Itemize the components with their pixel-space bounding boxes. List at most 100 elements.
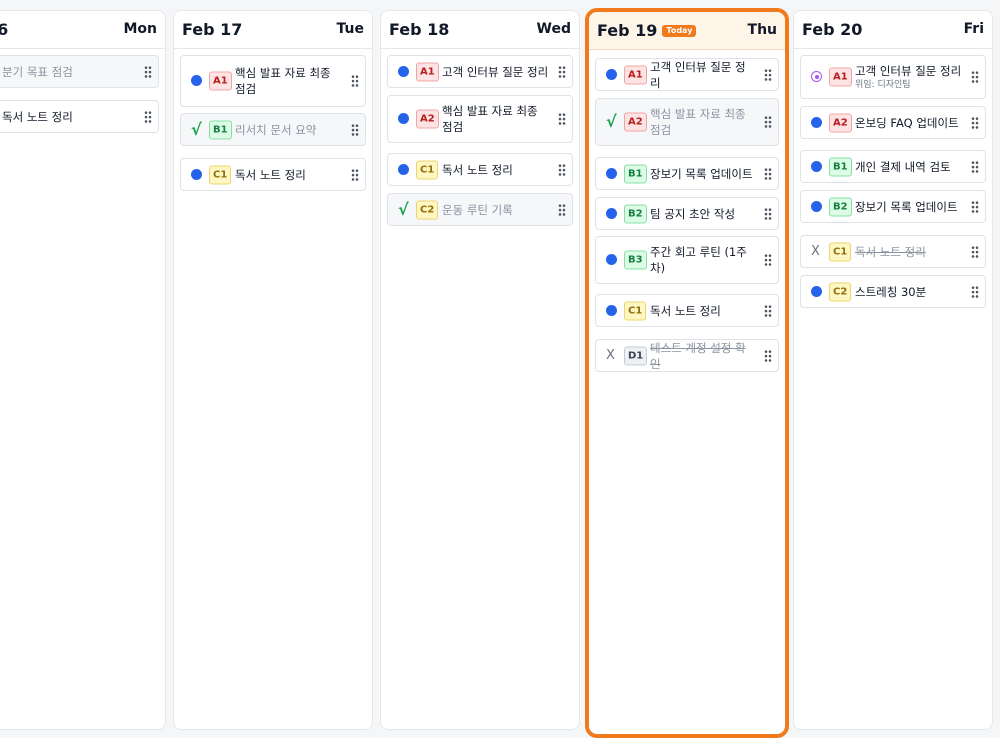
task-card[interactable]: C1독서 노트 정리 <box>595 294 779 327</box>
task-title: 핵심 발표 자료 최종 점검 <box>235 65 343 97</box>
priority-badge: A1 <box>416 62 439 81</box>
task-card[interactable]: B2 팀 공지 초안 작성 <box>595 197 779 230</box>
status-open-icon <box>606 167 617 179</box>
priority-badge: D1 <box>624 346 648 365</box>
task-card[interactable]: C1독서 노트 정리 <box>387 153 573 186</box>
task-card[interactable]: B2 장보기 목록 업데이트 <box>800 190 986 223</box>
task-card[interactable]: A1 핵심 발표 자료 최종 점검 <box>180 55 366 107</box>
task-title-text: 핵심 발표 자료 최종 점검 <box>442 104 538 134</box>
task-title: 분기 목표 점검 <box>2 64 136 80</box>
task-card[interactable]: A1분기 목표 점검 <box>0 55 159 88</box>
task-status[interactable] <box>398 113 410 125</box>
drag-handle-icon[interactable] <box>971 70 979 84</box>
day-column: b 16 Mon A1분기 목표 점검 C1독서 노트 정리 <box>0 10 166 730</box>
drag-handle-icon[interactable] <box>558 65 566 78</box>
task-status[interactable]: X <box>811 245 823 258</box>
task-card[interactable]: A1 고객 인터뷰 질문 정리 <box>387 55 573 88</box>
drag-handle-icon[interactable] <box>351 74 359 88</box>
task-status[interactable] <box>398 65 410 78</box>
task-card[interactable]: X C1 독서 노트 정리 <box>800 235 986 268</box>
drag-handle-icon[interactable] <box>971 160 979 173</box>
task-card[interactable]: A2 핵심 발표 자료 최종 점검 <box>387 95 573 143</box>
task-card[interactable]: B3 주간 회고 루틴 (1주차) <box>595 236 779 284</box>
task-status[interactable] <box>191 168 203 181</box>
drag-handle-icon[interactable] <box>764 167 772 180</box>
task-card[interactable]: B1 장보기 목록 업데이트 <box>595 157 779 190</box>
task-title: 고객 인터뷰 질문 정리 <box>442 64 550 80</box>
task-status[interactable]: √ <box>398 201 410 217</box>
task-title: 핵심 발표 자료 최종 점검 <box>650 106 756 138</box>
drag-handle-icon[interactable] <box>351 123 359 136</box>
day-column: Feb 18 Wed A1 고객 인터뷰 질문 정리 A2 핵심 발표 자료 최종 점검 C… <box>380 10 580 730</box>
task-title-text: 핵심 발표 자료 최종 점검 <box>235 66 331 96</box>
drag-handle-icon[interactable] <box>764 207 772 220</box>
drag-handle-icon[interactable] <box>971 200 979 213</box>
task-status[interactable] <box>811 71 823 83</box>
task-status[interactable]: X <box>606 347 618 363</box>
drag-handle-icon[interactable] <box>558 203 566 216</box>
task-status[interactable] <box>606 68 618 81</box>
task-title: 장보기 목록 업데이트 <box>855 199 963 215</box>
task-status[interactable] <box>398 163 410 176</box>
status-open-icon <box>811 160 822 172</box>
drag-handle-icon[interactable] <box>764 253 772 267</box>
day-header: Feb 19 Today Thu <box>589 12 785 50</box>
day-date-label: Feb 19 <box>597 21 658 40</box>
status-delegated-icon <box>811 71 822 82</box>
status-open-icon <box>811 116 822 128</box>
task-status[interactable] <box>606 167 618 180</box>
drag-handle-icon[interactable] <box>144 65 152 78</box>
task-title-text: 분기 목표 점검 <box>2 64 73 79</box>
cancelled-x-icon: X <box>606 347 615 363</box>
task-title-text: 운동 루틴 기록 <box>442 202 513 217</box>
day-weekday: Wed <box>536 21 571 37</box>
drag-handle-icon[interactable] <box>971 116 979 129</box>
drag-handle-icon[interactable] <box>351 168 359 181</box>
task-status[interactable]: √ <box>606 114 618 130</box>
task-card[interactable]: √ A2 핵심 발표 자료 최종 점검 <box>595 98 779 146</box>
task-status[interactable] <box>191 75 203 87</box>
day-date: Feb 17 <box>182 20 242 39</box>
task-title-text: 고객 인터뷰 질문 정리 <box>442 64 549 79</box>
drag-handle-icon[interactable] <box>764 349 772 362</box>
task-title: 테스트 계정 설정 확인 <box>650 340 756 372</box>
task-card[interactable]: B1 개인 결제 내역 검토 <box>800 150 986 183</box>
task-title: 독서 노트 정리 <box>235 167 343 183</box>
drag-handle-icon[interactable] <box>144 110 152 123</box>
task-delegation-note: 위임: 디자인팀 <box>855 80 911 90</box>
drag-handle-icon[interactable] <box>558 163 566 176</box>
task-card[interactable]: X D1 테스트 계정 설정 확인 <box>595 339 779 372</box>
task-status[interactable] <box>811 285 823 298</box>
task-card[interactable]: √ B1 리서치 문서 요약 <box>180 113 366 146</box>
task-card[interactable]: C1독서 노트 정리 <box>180 158 366 191</box>
drag-handle-icon[interactable] <box>764 304 772 317</box>
day-column: Feb 17 Tue A1 핵심 발표 자료 최종 점검 √ B1 리서치 문서 요약 C1 독… <box>173 10 373 730</box>
drag-handle-icon[interactable] <box>971 285 979 298</box>
priority-badge: B1 <box>829 157 852 176</box>
task-card[interactable]: C1독서 노트 정리 <box>0 100 159 133</box>
task-title: 장보기 목록 업데이트 <box>650 166 756 182</box>
drag-handle-icon[interactable] <box>764 115 772 129</box>
task-status[interactable] <box>811 116 823 129</box>
task-title: 리서치 문서 요약 <box>235 122 343 138</box>
task-card[interactable]: A1 고객 인터뷰 질문 정리 <box>595 58 779 91</box>
drag-handle-icon[interactable] <box>764 68 772 81</box>
drag-handle-icon[interactable] <box>971 245 979 258</box>
task-status[interactable] <box>606 254 618 266</box>
drag-handle-icon[interactable] <box>558 112 566 126</box>
task-card[interactable]: A2 온보딩 FAQ 업데이트 <box>800 106 986 139</box>
task-card[interactable]: C2 스트레칭 30분 <box>800 275 986 308</box>
task-status[interactable] <box>811 200 823 213</box>
task-card[interactable]: √ C2 운동 루틴 기록 <box>387 193 573 226</box>
task-status[interactable] <box>811 160 823 173</box>
priority-badge: A2 <box>416 109 439 129</box>
task-card[interactable]: A1 고객 인터뷰 질문 정리 위임: 디자인팀 <box>800 55 986 99</box>
priority-badge: B1 <box>209 120 232 139</box>
task-status[interactable] <box>606 207 618 220</box>
task-title-text: 고객 인터뷰 질문 정리 <box>855 64 962 78</box>
priority-badge: B2 <box>829 197 852 216</box>
day-header: Feb 18 Wed <box>381 11 579 49</box>
day-weekday: Mon <box>123 21 157 37</box>
task-status[interactable] <box>606 304 618 317</box>
task-status[interactable]: √ <box>191 121 203 137</box>
